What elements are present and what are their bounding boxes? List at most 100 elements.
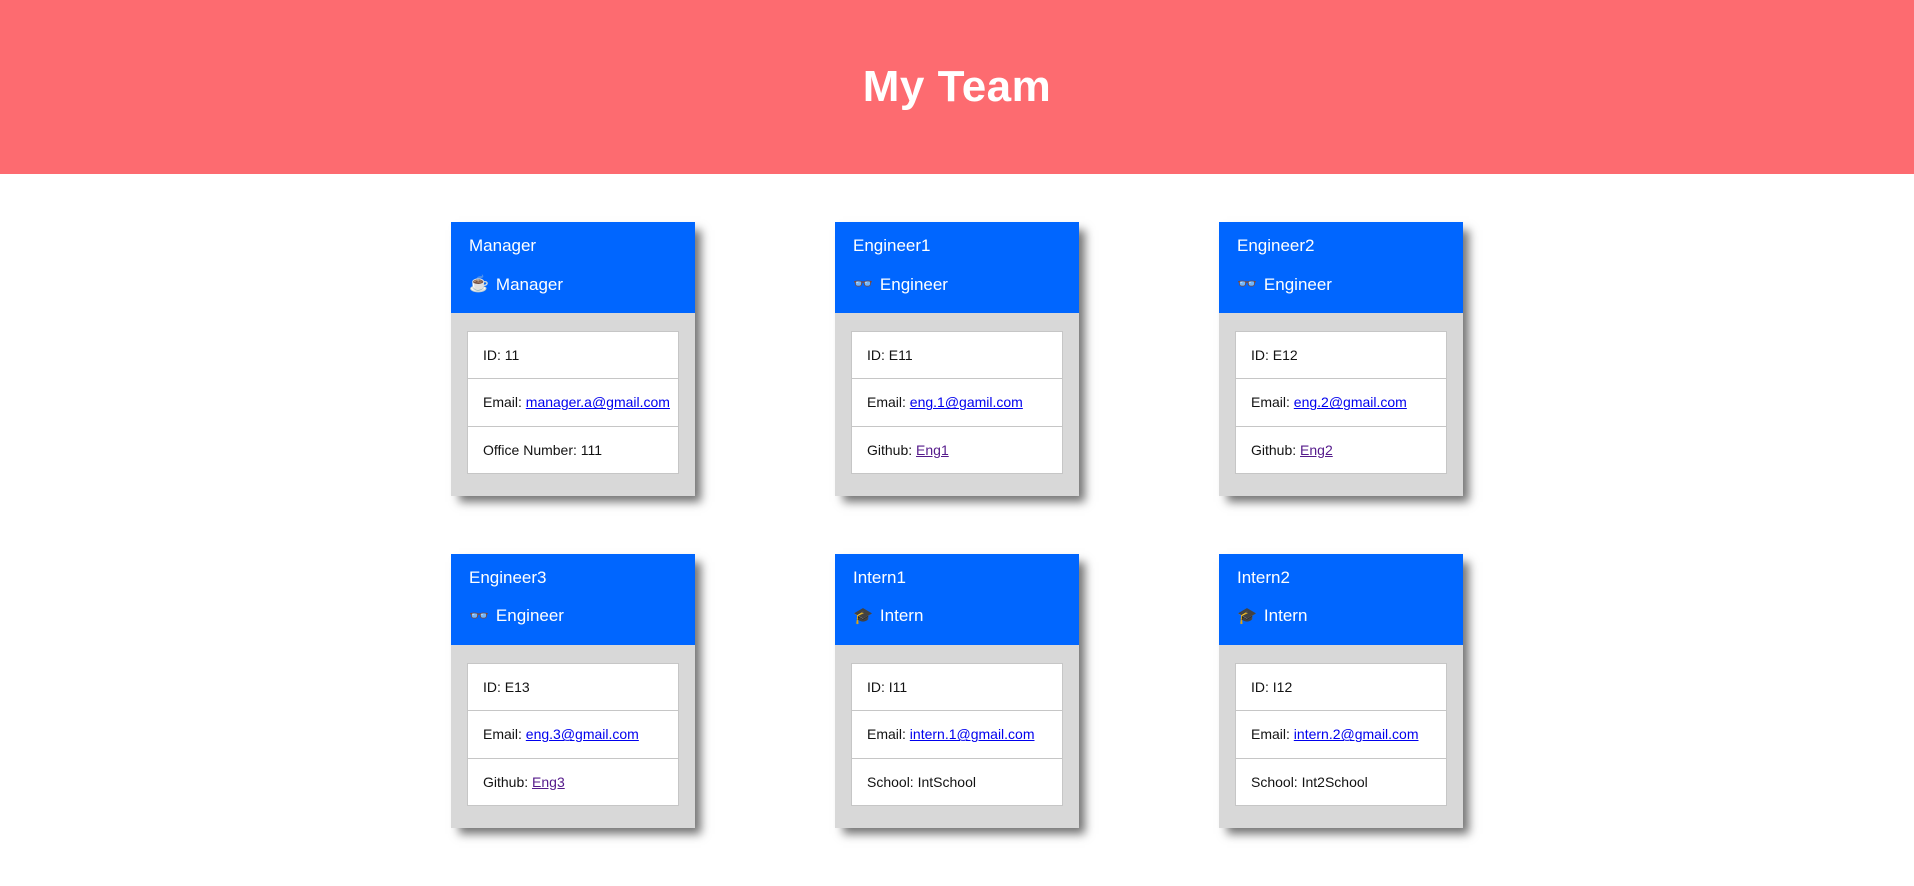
info-row-value: 111 — [580, 441, 603, 458]
info-row-value: 11 — [504, 347, 520, 364]
info-row-label: Email: — [867, 726, 906, 743]
email-link[interactable]: eng.2@gmail.com — [1294, 394, 1407, 410]
card-role-label: Manager — [495, 274, 564, 294]
card-info-row: School: Int2School — [1236, 759, 1446, 805]
card-role-line: ☕ Manager — [469, 273, 677, 298]
card-info-row: Office Number: 111 — [468, 427, 678, 473]
team-card-grid: Manager ☕ Manager ID: 11 Email: manager.a@gm… — [451, 222, 1463, 828]
card-info-row: ID: E13 — [468, 664, 678, 712]
glasses-icon: 👓 — [853, 275, 873, 293]
card-info-list: ID: E12 Email: eng.2@gmail.com Github: Eng… — [1235, 331, 1447, 474]
card-body: ID: I11 Email: intern.1@gmail.com School: … — [835, 645, 1079, 828]
card-info-row: Email: manager.a@gmail.com — [468, 379, 678, 427]
email-link[interactable]: eng.3@gmail.com — [526, 726, 639, 742]
email-link[interactable]: manager.a@gmail.com — [526, 394, 670, 410]
info-row-value: E13 — [504, 679, 530, 696]
card-body: ID: E13 Email: eng.3@gmail.com Github: Eng… — [451, 645, 695, 828]
card-info-row: ID: I12 — [1236, 664, 1446, 712]
info-row-label: Github: — [867, 441, 913, 458]
card-member-name: Engineer1 — [853, 236, 931, 255]
main-content: Manager ☕ Manager ID: 11 Email: manager.a@gm… — [0, 174, 1914, 828]
card-info-list: ID: E11 Email: eng.1@gamil.com Github: Eng… — [851, 331, 1063, 474]
card-header: Manager ☕ Manager — [451, 222, 695, 314]
card-info-row: Github: Eng1 — [852, 427, 1062, 473]
team-card: Manager ☕ Manager ID: 11 Email: manager.a@gm… — [451, 222, 695, 496]
info-row-value: I11 — [888, 679, 908, 696]
info-row-label: Email: — [1251, 394, 1290, 411]
card-info-row: Email: eng.2@gmail.com — [1236, 379, 1446, 427]
card-info-row: Email: eng.1@gamil.com — [852, 379, 1062, 427]
card-header: Engineer2 👓 Engineer — [1219, 222, 1463, 314]
info-row-label: ID: — [867, 679, 885, 696]
info-row-label: Email: — [483, 394, 522, 411]
card-body: ID: E11 Email: eng.1@gamil.com Github: Eng… — [835, 313, 1079, 496]
card-info-list: ID: I11 Email: intern.1@gmail.com School: … — [851, 663, 1063, 806]
card-body: ID: I12 Email: intern.2@gmail.com School: … — [1219, 645, 1463, 828]
card-body: ID: 11 Email: manager.a@gmail.com Office N… — [451, 313, 695, 496]
card-info-row: ID: E12 — [1236, 332, 1446, 380]
card-member-name: Engineer3 — [469, 567, 547, 587]
card-info-row: ID: 11 — [468, 332, 678, 380]
card-info-list: ID: E13 Email: eng.3@gmail.com Github: Eng… — [467, 663, 679, 806]
graduation-cap-icon: 🎓 — [853, 607, 873, 625]
info-row-label: Email: — [867, 394, 906, 411]
info-row-value: Int2School — [1301, 773, 1368, 790]
info-row-label: School: — [867, 773, 914, 790]
card-role-label: Engineer — [1263, 274, 1332, 294]
email-link[interactable]: intern.2@gmail.com — [1294, 726, 1419, 742]
info-row-label: ID: — [483, 347, 501, 364]
info-row-label: Office Number: — [483, 441, 577, 458]
card-header: Intern1 🎓 Intern — [835, 553, 1079, 646]
team-card: Engineer2 👓 Engineer ID: E12 Email: eng.2@gm… — [1219, 222, 1463, 496]
card-member-name: Intern1 — [853, 567, 906, 587]
info-row-label: Email: — [483, 726, 522, 743]
info-row-label: Github: — [1251, 441, 1297, 458]
card-role-line: 🎓 Intern — [853, 604, 1061, 629]
github-link[interactable]: Eng2 — [1300, 442, 1333, 458]
github-link[interactable]: Eng3 — [532, 774, 565, 790]
card-info-row: Email: eng.3@gmail.com — [468, 711, 678, 759]
info-row-label: ID: — [483, 679, 501, 696]
card-info-row: School: IntSchool — [852, 759, 1062, 805]
card-role-line: 🎓 Intern — [1237, 604, 1445, 629]
card-body: ID: E12 Email: eng.2@gmail.com Github: Eng… — [1219, 313, 1463, 496]
card-info-row: ID: E11 — [852, 332, 1062, 380]
page-title: My Team — [862, 62, 1052, 111]
team-card: Engineer1 👓 Engineer ID: E11 Email: eng.1@ga… — [835, 222, 1079, 496]
card-info-list: ID: I12 Email: intern.2@gmail.com School: … — [1235, 663, 1447, 806]
card-header: Intern2 🎓 Intern — [1219, 553, 1463, 646]
info-row-value: I12 — [1272, 679, 1293, 696]
coffee-cup-icon: ☕ — [469, 275, 489, 293]
card-role-line: 👓 Engineer — [469, 604, 677, 629]
glasses-icon: 👓 — [469, 607, 489, 625]
info-row-label: ID: — [867, 347, 885, 364]
card-role-label: Engineer — [879, 274, 948, 294]
card-role-line: 👓 Engineer — [853, 273, 1061, 298]
card-role-label: Engineer — [495, 606, 564, 626]
email-link[interactable]: intern.1@gmail.com — [910, 726, 1035, 742]
graduation-cap-icon: 🎓 — [1237, 607, 1257, 625]
card-info-row: Email: intern.2@gmail.com — [1236, 711, 1446, 759]
team-card: Intern2 🎓 Intern ID: I12 Email: intern.2@gma… — [1219, 553, 1463, 828]
card-info-row: Github: Eng3 — [468, 759, 678, 805]
card-member-name: Engineer2 — [1237, 236, 1315, 255]
card-header: Engineer1 👓 Engineer — [835, 222, 1079, 314]
info-row-label: ID: — [1251, 347, 1269, 364]
team-card: Intern1 🎓 Intern ID: I11 Email: intern.1@gma… — [835, 553, 1079, 828]
info-row-label: School: — [1251, 773, 1298, 790]
glasses-icon: 👓 — [1237, 275, 1257, 293]
card-info-row: Github: Eng2 — [1236, 427, 1446, 473]
card-header: Engineer3 👓 Engineer — [451, 553, 695, 646]
card-info-row: Email: intern.1@gmail.com — [852, 711, 1062, 759]
team-card: Engineer3 👓 Engineer ID: E13 Email: eng.3@gm… — [451, 553, 695, 828]
page-banner: My Team — [0, 0, 1914, 174]
card-member-name: Intern2 — [1237, 567, 1290, 587]
info-row-value: IntSchool — [917, 773, 976, 790]
info-row-label: Github: — [483, 773, 529, 790]
info-row-label: Email: — [1251, 726, 1290, 743]
info-row-value: E11 — [888, 347, 913, 364]
email-link[interactable]: eng.1@gamil.com — [910, 394, 1023, 410]
github-link[interactable]: Eng1 — [916, 442, 949, 458]
card-role-label: Intern — [1263, 606, 1308, 626]
card-member-name: Manager — [469, 236, 537, 255]
